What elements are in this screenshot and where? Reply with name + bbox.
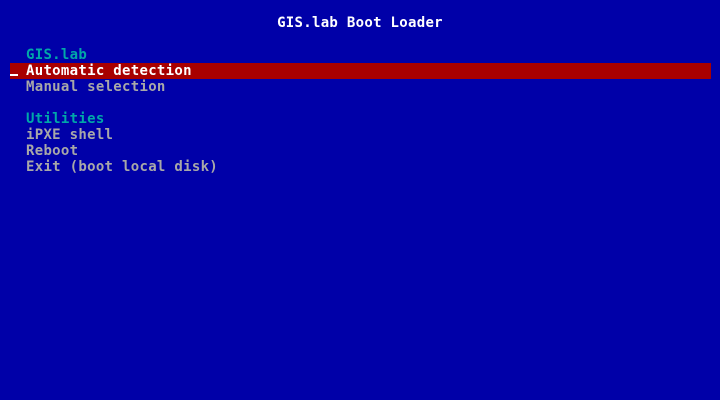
boot-loader-title: GIS.lab Boot Loader	[277, 15, 443, 31]
menu-item-ipxe-shell[interactable]: iPXE shell	[0, 127, 720, 143]
menu-item-reboot[interactable]: Reboot	[0, 143, 720, 159]
menu-spacer	[0, 95, 720, 111]
menu-item-automatic-detection[interactable]: Automatic detection	[10, 63, 711, 79]
section-header-gislab: GIS.lab	[26, 47, 88, 63]
section-header-utilities: Utilities	[26, 111, 105, 127]
boot-menu: GIS.lab Automatic detection Manual selec…	[0, 47, 720, 175]
text-cursor	[10, 74, 18, 76]
menu-item-manual-selection[interactable]: Manual selection	[0, 79, 720, 95]
menu-item-exit-boot-local-disk[interactable]: Exit (boot local disk)	[0, 159, 720, 175]
